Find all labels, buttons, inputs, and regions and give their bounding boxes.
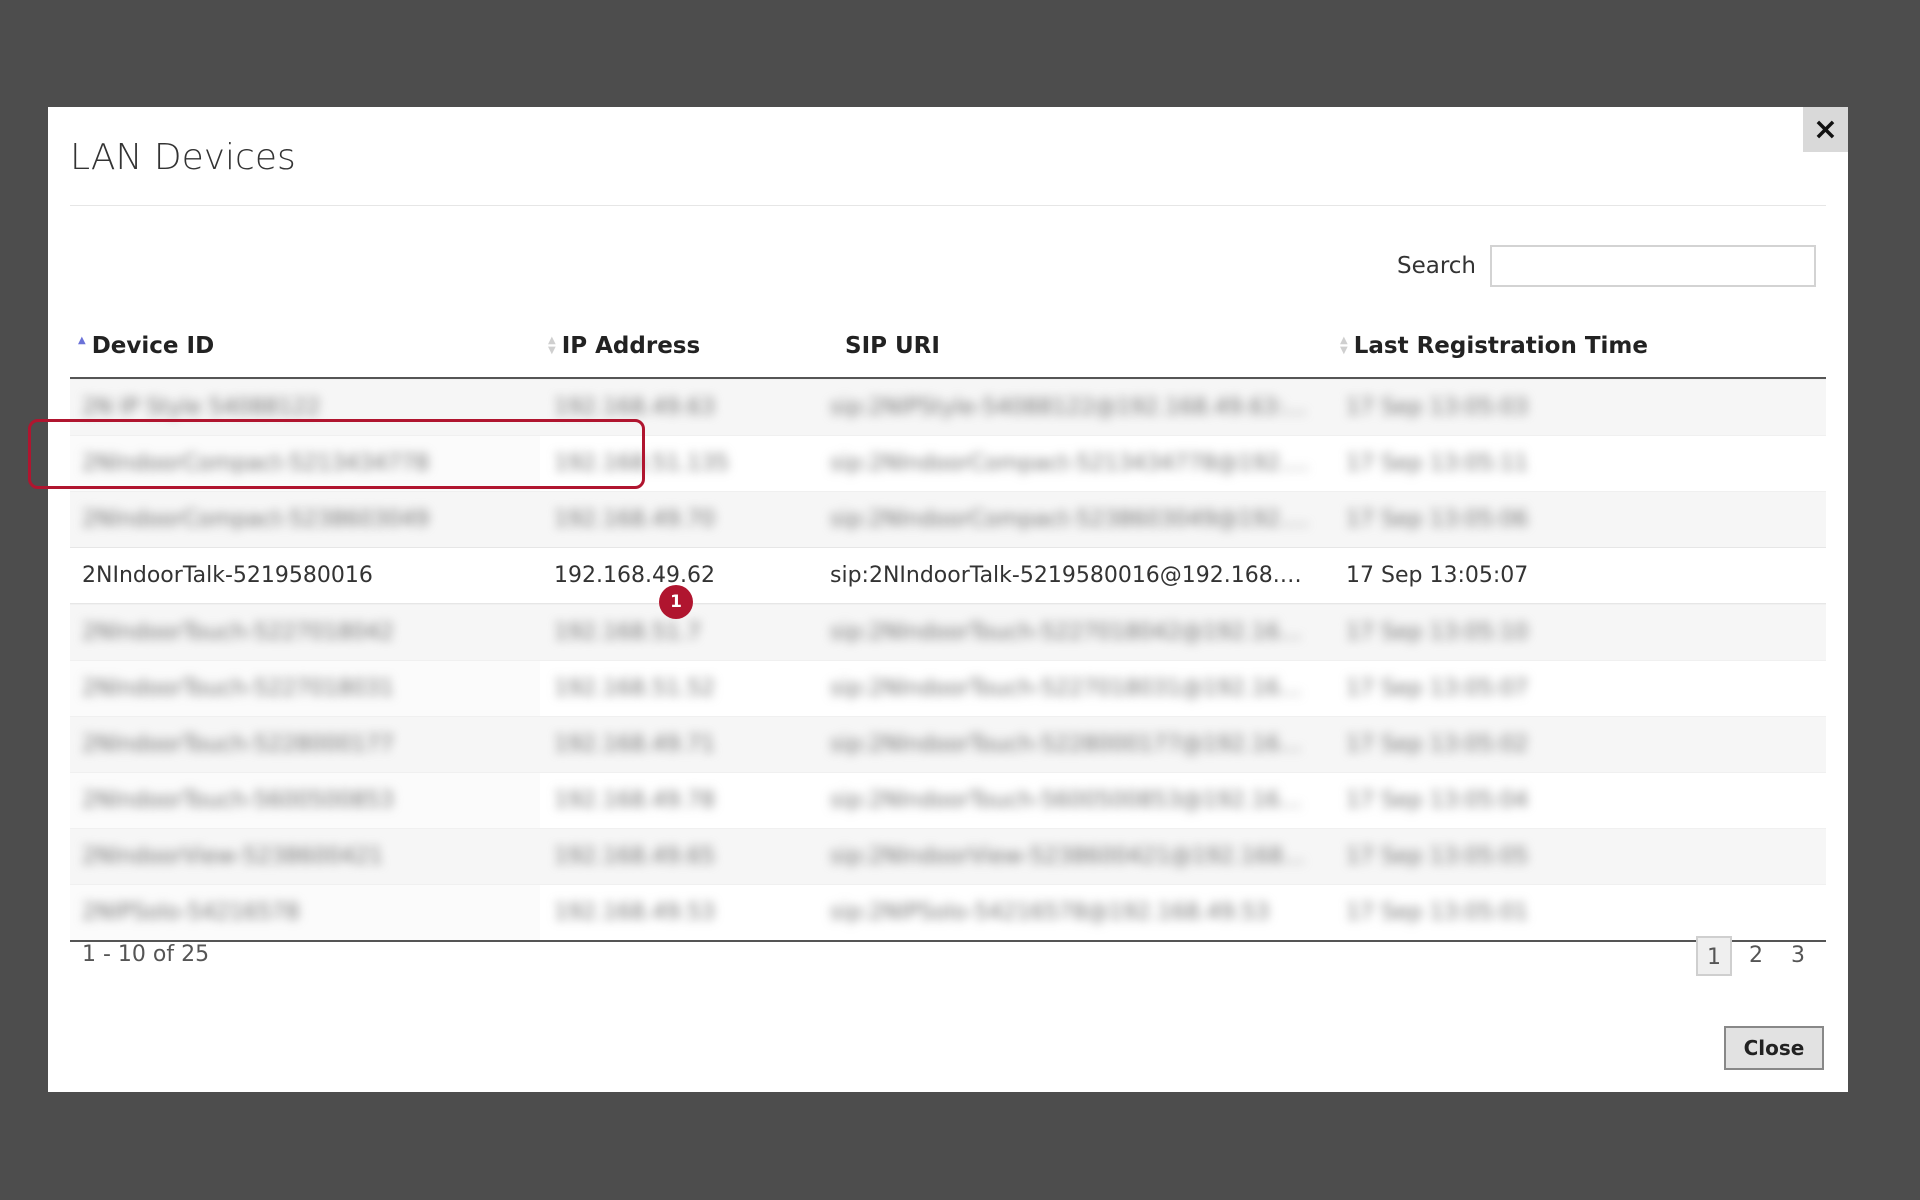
page-2-button[interactable]: 2 bbox=[1738, 936, 1774, 976]
last-registration-cell: 17 Sep 13:05:07 bbox=[1346, 563, 1529, 588]
page-1-button[interactable]: 1 bbox=[1696, 936, 1732, 976]
sip-uri-cell: sip:2NIndoorTouch-5228000177@192.168.49.… bbox=[830, 732, 1310, 757]
sip-uri-cell: sip:2NIndoorTouch-5227018042@192.168.51.… bbox=[830, 620, 1310, 645]
sip-uri-cell: sip:2NIndoorCompact-5238603049@192.168.4… bbox=[830, 507, 1310, 532]
ip-address-cell: 192.168.51.7 bbox=[554, 620, 701, 645]
close-icon[interactable]: × bbox=[1803, 107, 1848, 152]
ip-address-cell: 192.168.49.62 bbox=[554, 563, 715, 588]
column-label: IP Address bbox=[561, 333, 701, 359]
close-button[interactable]: Close bbox=[1724, 1026, 1824, 1070]
device-id-cell: 2NIndoorView-5238600421 bbox=[82, 844, 383, 869]
table-body: 2N IP Style 54088122 192.168.49.63 sip:2NI… bbox=[70, 379, 1826, 942]
column-label: Last Registration Time bbox=[1353, 333, 1648, 359]
ip-address-cell: 192.168.49.65 bbox=[554, 844, 715, 869]
table-row[interactable]: 2NIndoorTouch-5600500853 192.168.49.78 sip… bbox=[70, 772, 1826, 828]
device-id-cell: 2NIndoorTouch-5227018042 bbox=[82, 620, 394, 645]
device-id-cell: 2NIndoorTouch-5227018031 bbox=[82, 676, 394, 701]
sip-uri-cell: sip:2NIPSolo-54216578@192.168.49.53 bbox=[830, 900, 1270, 925]
ip-address-cell: 192.168.49.70 bbox=[554, 507, 715, 532]
sip-uri-cell: sip:2NIndoorTouch-5227018031@192.168.51.… bbox=[830, 676, 1310, 701]
column-header-ip-address[interactable]: ▲ ▼ IP Address bbox=[548, 333, 700, 359]
search-area: Search bbox=[1397, 245, 1816, 287]
last-registration-cell: 17 Sep 13:05:02 bbox=[1346, 732, 1529, 757]
last-registration-cell: 17 Sep 13:05:06 bbox=[1346, 507, 1529, 532]
device-id-cell: 2NIndoorCompact-5238603049 bbox=[82, 507, 430, 532]
column-label: SIP URI bbox=[845, 333, 940, 359]
last-registration-cell: 17 Sep 13:05:04 bbox=[1346, 788, 1529, 813]
table-row[interactable]: 2NIndoorCompact-5213434778 192.168.51.135… bbox=[70, 435, 1826, 491]
column-header-device-id[interactable]: ▲▼ Device ID bbox=[78, 333, 214, 359]
device-id-cell: 2NIndoorCompact-5213434778 bbox=[82, 451, 430, 476]
table-row[interactable]: 2NIPSolo-54216578 192.168.49.53 sip:2NIPSo… bbox=[70, 884, 1826, 940]
column-label: Device ID bbox=[91, 333, 215, 359]
column-header-last-registration-time[interactable]: ▲ ▼ Last Registration Time bbox=[1340, 333, 1648, 359]
ip-address-cell: 192.168.49.63 bbox=[554, 395, 715, 420]
search-input[interactable] bbox=[1490, 245, 1816, 287]
sip-uri-cell: sip:2NIndoorTalk-5219580016@192.168.49.6… bbox=[830, 563, 1310, 588]
device-id-cell: 2N IP Style 54088122 bbox=[82, 395, 321, 420]
pagination-info: 1 - 10 of 25 bbox=[82, 942, 210, 967]
ip-address-cell: 192.168.51.52 bbox=[554, 676, 715, 701]
last-registration-cell: 17 Sep 13:05:01 bbox=[1346, 900, 1529, 925]
device-id-cell: 2NIndoorTouch-5228000177 bbox=[82, 732, 394, 757]
sort-icon: ▲▼ bbox=[78, 335, 86, 346]
sip-uri-cell: sip:2NIndoorTouch-5600500853@192.168.49.… bbox=[830, 788, 1310, 813]
dialog-title: LAN Devices bbox=[70, 137, 296, 178]
table-header: ▲▼ Device ID ▲▼ IP Address SIP URI ▲▼ La… bbox=[70, 319, 1826, 379]
table-row[interactable]: 2NIndoorView-5238600421 192.168.49.65 sip:… bbox=[70, 828, 1826, 884]
sort-icon: ▲▼ bbox=[548, 335, 556, 356]
pagination: 123 bbox=[1696, 936, 1816, 976]
device-id-cell: 2NIndoorTouch-5600500853 bbox=[82, 788, 394, 813]
device-id-cell: 2NIndoorTalk-5219580016 bbox=[82, 563, 373, 588]
device-id-cell: 2NIPSolo-54216578 bbox=[82, 900, 300, 925]
table-row[interactable]: 2NIndoorTouch-5227018042 192.168.51.7 sip:… bbox=[70, 604, 1826, 660]
table-row[interactable]: 2NIndoorTalk-5219580016 192.168.49.62 sip:… bbox=[70, 547, 1826, 604]
title-divider bbox=[70, 205, 1826, 206]
ip-address-cell: 192.168.49.53 bbox=[554, 900, 715, 925]
sip-uri-cell: sip:2NIndoorView-5238600421@192.168.49.6… bbox=[830, 844, 1310, 869]
last-registration-cell: 17 Sep 13:05:03 bbox=[1346, 395, 1529, 420]
last-registration-cell: 17 Sep 13:05:07 bbox=[1346, 676, 1529, 701]
sort-icon: ▲▼ bbox=[1340, 335, 1348, 356]
lan-devices-dialog: × LAN Devices Search ▲▼ Device ID ▲▼ IP … bbox=[48, 107, 1848, 1092]
annotation-badge: 1 bbox=[659, 585, 693, 619]
last-registration-cell: 17 Sep 13:05:11 bbox=[1346, 451, 1529, 476]
table-row[interactable]: 2NIndoorCompact-5238603049 192.168.49.70 s… bbox=[70, 491, 1826, 547]
ip-address-cell: 192.168.49.71 bbox=[554, 732, 715, 757]
last-registration-cell: 17 Sep 13:05:05 bbox=[1346, 844, 1529, 869]
column-header-sip-uri: SIP URI bbox=[845, 333, 940, 359]
page-3-button[interactable]: 3 bbox=[1780, 936, 1816, 976]
table-row[interactable]: 2NIndoorTouch-5227018031 192.168.51.52 sip… bbox=[70, 660, 1826, 716]
sip-uri-cell: sip:2NIPStyle-54088122@192.168.49.63:507… bbox=[830, 395, 1310, 420]
ip-address-cell: 192.168.51.135 bbox=[554, 451, 729, 476]
table-row[interactable]: 2NIndoorTouch-5228000177 192.168.49.71 sip… bbox=[70, 716, 1826, 772]
search-label: Search bbox=[1396, 253, 1476, 279]
devices-table: ▲▼ Device ID ▲▼ IP Address SIP URI ▲▼ La… bbox=[70, 319, 1826, 942]
table-row[interactable]: 2N IP Style 54088122 192.168.49.63 sip:2NI… bbox=[70, 379, 1826, 435]
sip-uri-cell: sip:2NIndoorCompact-5213434778@192.168.5… bbox=[830, 451, 1310, 476]
ip-address-cell: 192.168.49.78 bbox=[554, 788, 715, 813]
last-registration-cell: 17 Sep 13:05:10 bbox=[1346, 620, 1529, 645]
